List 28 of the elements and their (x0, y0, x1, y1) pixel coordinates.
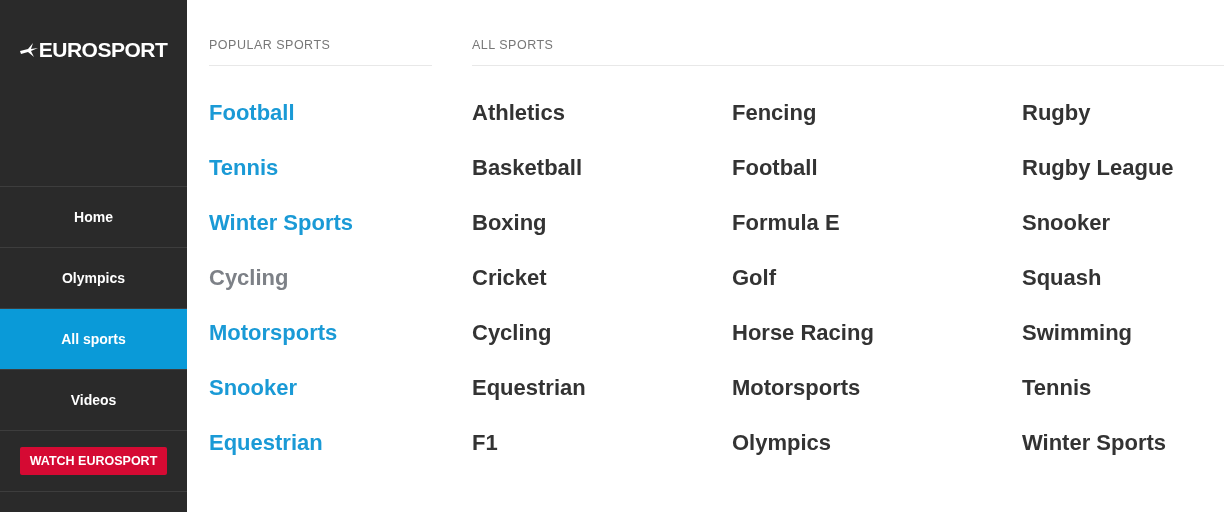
sport-link[interactable]: Rugby (1022, 100, 1222, 126)
sport-link[interactable]: Horse Racing (732, 320, 1022, 346)
sport-link[interactable]: Snooker (1022, 210, 1222, 236)
nav-item[interactable]: Home (0, 187, 187, 248)
sport-link[interactable]: Winter Sports (1022, 430, 1222, 456)
sport-link[interactable]: Tennis (1022, 375, 1222, 401)
sport-link[interactable]: Equestrian (472, 375, 732, 401)
sport-link[interactable]: Cricket (472, 265, 732, 291)
sport-link[interactable]: Formula E (732, 210, 1022, 236)
sport-link[interactable]: Squash (1022, 265, 1222, 291)
section-heading: ALL SPORTS (472, 38, 1224, 66)
sport-link[interactable]: Cycling (209, 265, 432, 291)
sport-link[interactable]: Basketball (472, 155, 732, 181)
sport-link[interactable]: Golf (732, 265, 1022, 291)
sport-link[interactable]: Swimming (1022, 320, 1222, 346)
section-heading: POPULAR SPORTS (209, 38, 432, 66)
sport-link[interactable]: Fencing (732, 100, 1022, 126)
sport-link[interactable]: Athletics (472, 100, 732, 126)
nav-item[interactable]: Videos (0, 370, 187, 431)
sport-link[interactable]: Cycling (472, 320, 732, 346)
sport-link[interactable]: Boxing (472, 210, 732, 236)
sport-link[interactable]: F1 (472, 430, 732, 456)
watch-button[interactable]: WATCH EUROSPORT (19, 447, 168, 475)
sport-link[interactable]: Football (732, 155, 1022, 181)
sport-link[interactable]: Motorsports (732, 375, 1022, 401)
star-icon (19, 42, 38, 58)
sport-link[interactable]: Rugby League (1022, 155, 1222, 181)
sport-link[interactable]: Olympics (732, 430, 1022, 456)
